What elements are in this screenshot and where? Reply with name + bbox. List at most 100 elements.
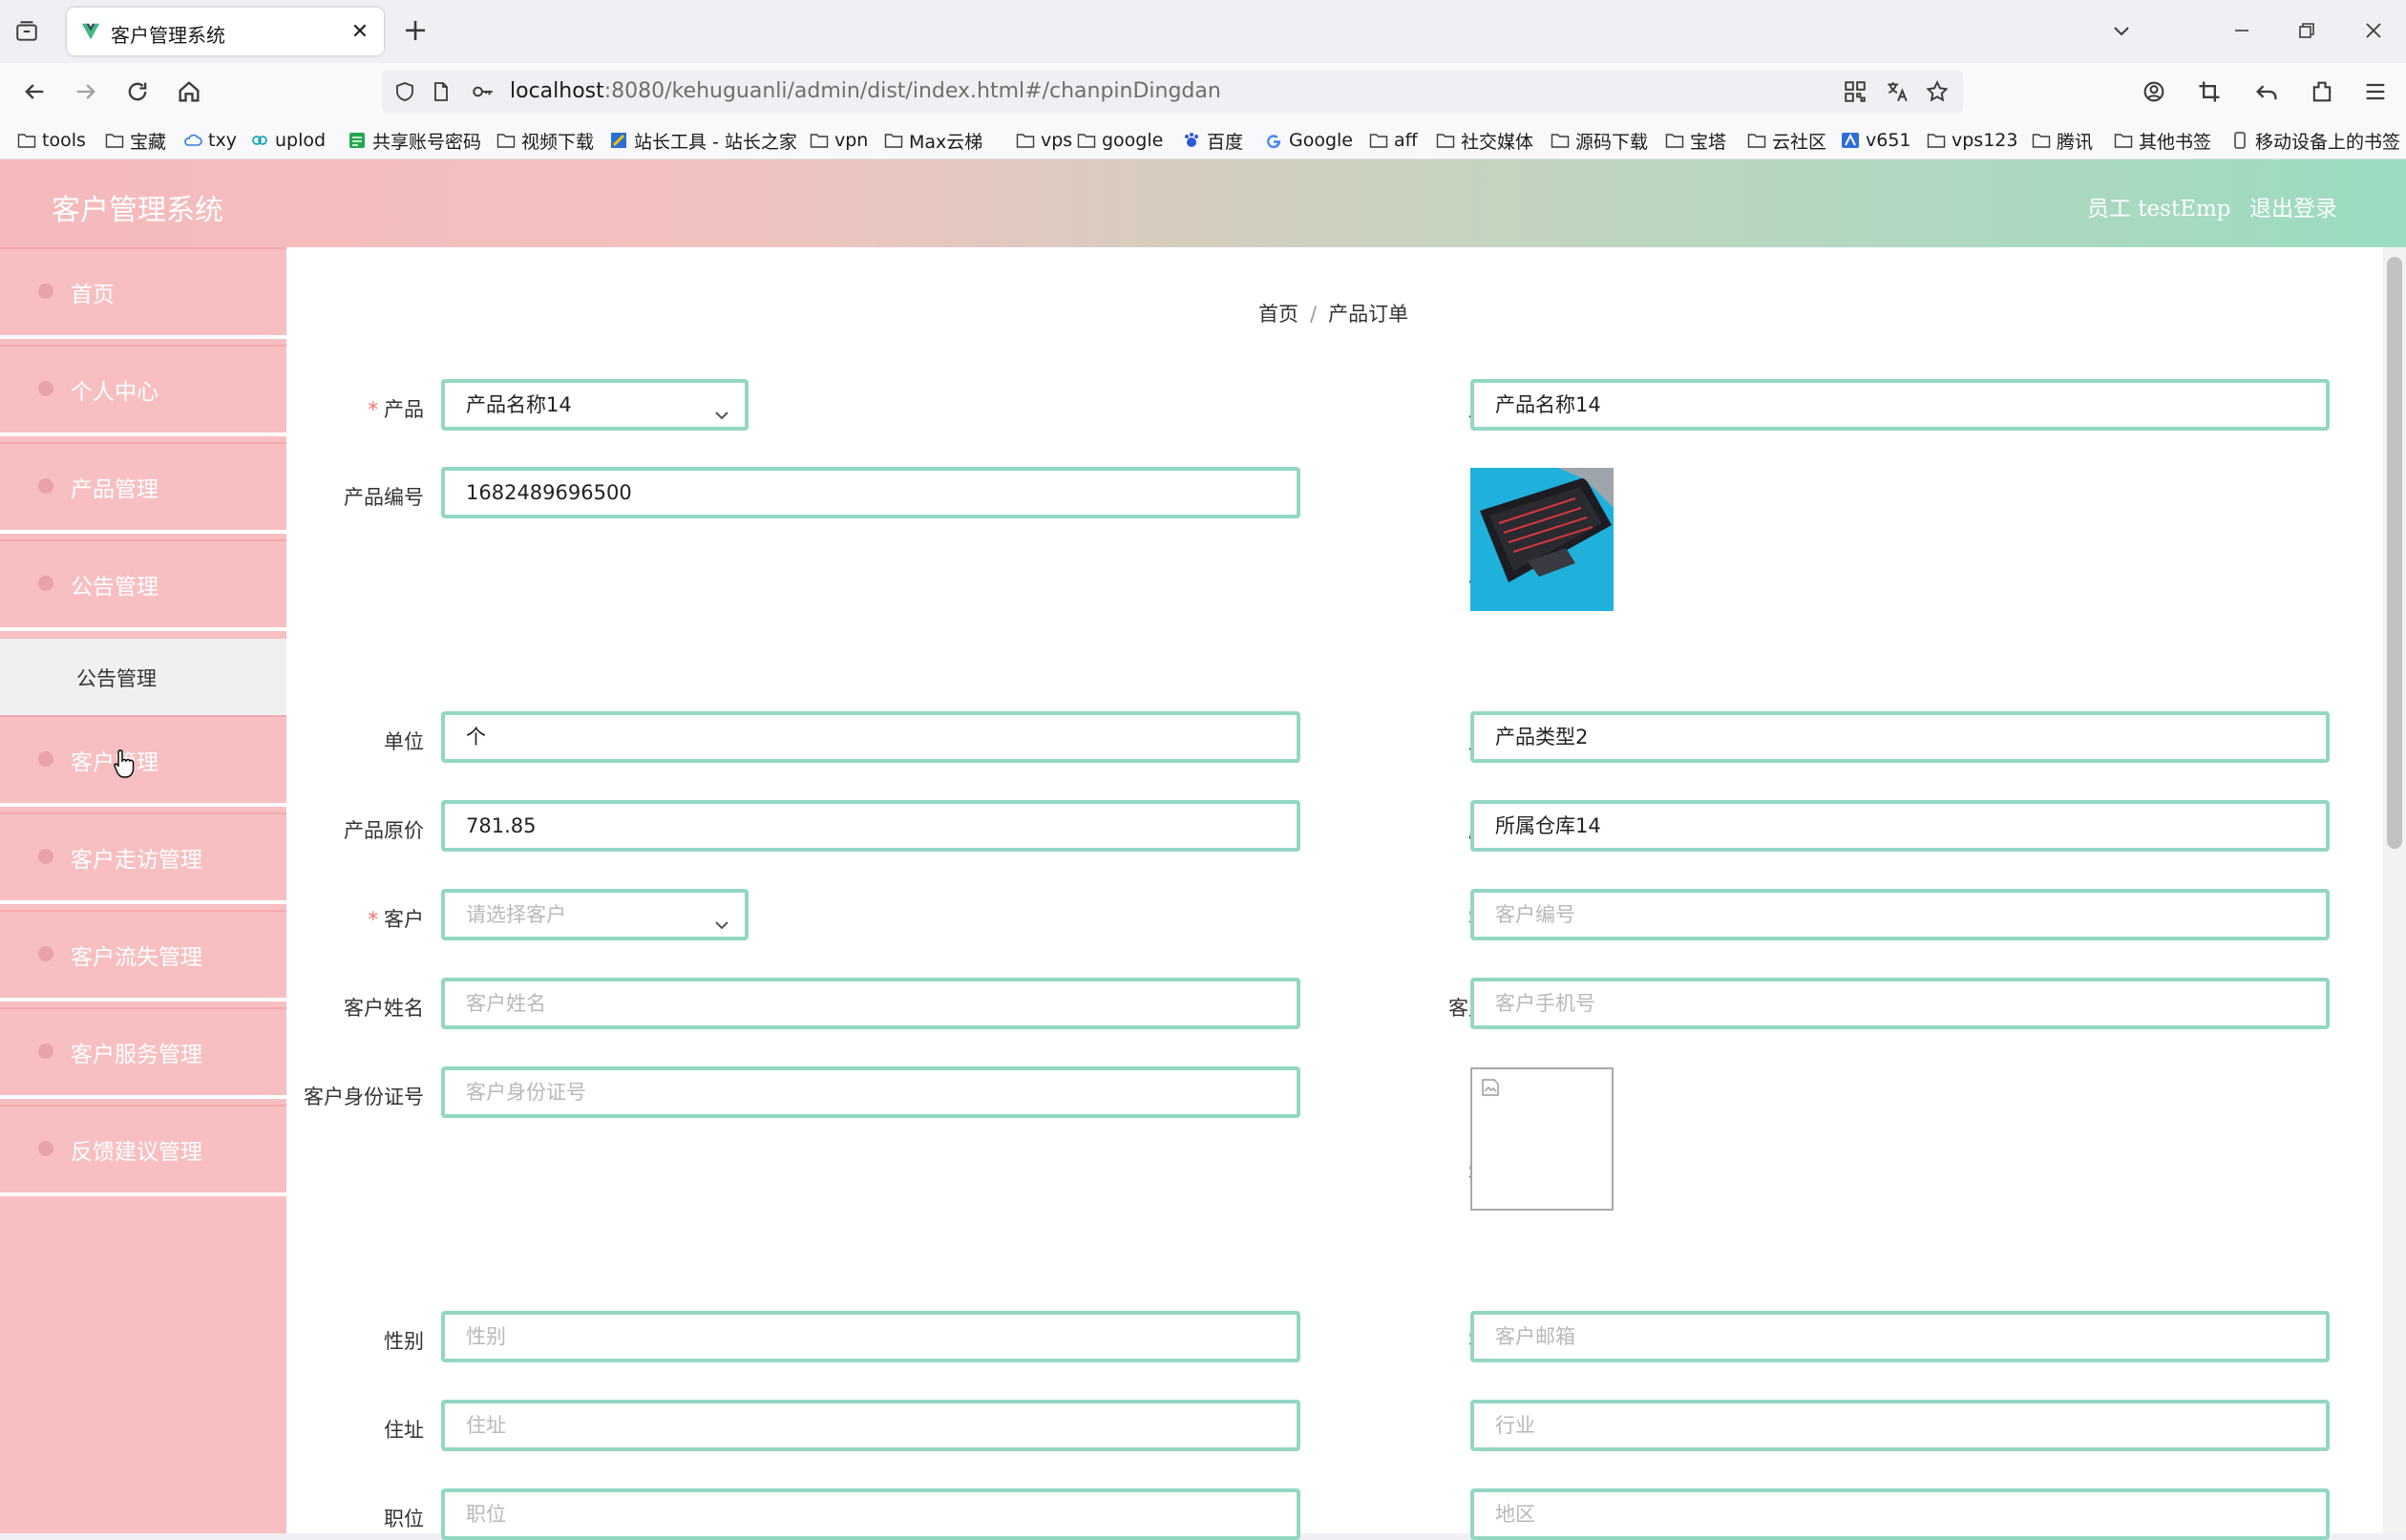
customer-select[interactable]: 请选择客户 [441,889,749,940]
bookmark-item[interactable]: google [1077,128,1163,153]
region-field[interactable]: 地区 [1470,1488,2330,1540]
app-header: 客户管理系统 员工 testEmp 退出登录 [0,159,2406,247]
bookmark-label: 视频下载 [521,131,595,153]
original-price-field[interactable]: 781.85 [441,800,1300,852]
address-field[interactable]: 住址 [441,1400,1300,1451]
product-name-field[interactable]: 产品名称14 [1470,379,2330,431]
folder-icon [1927,132,1946,149]
breadcrumb-current: 产品订单 [1328,303,1409,326]
crop-screenshot-icon[interactable] [2196,78,2223,105]
customer-name-field[interactable]: 客户姓名 [441,978,1300,1029]
bookmark-label: 百度 [1207,131,1244,153]
sidebar-item-home[interactable]: 首页 [0,247,286,339]
share-extension-icon[interactable] [2309,78,2335,105]
folder-icon [1551,132,1570,149]
new-tab-button[interactable]: + [399,11,432,48]
sidebar-item-products[interactable]: 产品管理 [0,442,286,534]
customer-id-field[interactable]: 客户身份证号 [441,1066,1300,1118]
bookmark-item[interactable]: 云社区 [1747,128,1826,153]
bookmark-item[interactable]: 视频下载 [496,128,594,153]
sidebar-item-feedback[interactable]: 反馈建议管理 [0,1105,286,1196]
page-scrollbar[interactable] [2383,247,2406,1533]
unit-field[interactable]: 个 [441,711,1300,763]
bookmark-label: 其他书签 [2139,131,2212,153]
customer-phone-field[interactable]: 客户手机号 [1470,978,2330,1029]
bookmark-star-icon[interactable] [1925,79,1950,104]
page-info-icon[interactable] [430,79,453,104]
customer-id-label: 客户身份证号 [304,1086,424,1108]
folder-icon [1747,132,1766,149]
qr-code-icon[interactable] [1843,79,1868,104]
bookmark-label: aff [1394,130,1418,151]
bookmark-item[interactable]: 源码下载 [1551,128,1648,153]
bookmark-item[interactable]: uplod [250,128,326,153]
customer-email-field[interactable]: 客户邮箱 [1470,1311,2330,1362]
sidebar-item-customer-service[interactable]: 客户服务管理 [0,1007,286,1099]
logout-link[interactable]: 退出登录 [2249,190,2337,222]
url-text[interactable]: localhost:8080/kehuguanli/admin/dist/ind… [510,79,1221,103]
broken-image-icon [1480,1077,1501,1098]
gender-field[interactable]: 性别 [441,1311,1300,1362]
sidebar-item-label: 首页 [71,283,115,307]
product-code-field[interactable]: 1682489696500 [441,467,1300,518]
tab-close-icon[interactable]: ✕ [346,17,374,46]
sidebar-subitem-notices[interactable]: 公告管理 [0,639,286,715]
bookmark-item[interactable]: 宝藏 [105,128,166,153]
bookmark-item[interactable]: txy [183,128,237,153]
minimize-window-icon[interactable] [2230,19,2253,42]
bookmark-item[interactable]: 站长工具 - 站长之家 [609,128,797,153]
shield-icon[interactable] [393,79,416,104]
bookmark-item[interactable]: 宝塔 [1665,128,1726,153]
sidebar-item-label: 客户流失管理 [71,945,202,970]
bookmark-item[interactable]: 社交媒体 [1436,128,1533,153]
sidebar-item-customer-churn[interactable]: 客户流失管理 [0,910,286,1002]
bookmark-item[interactable]: vps [1016,128,1072,153]
browser-tab-active[interactable]: 客户管理系统 ✕ [67,8,384,55]
position-field[interactable]: 职位 [441,1488,1300,1540]
bookmark-label: 共享账号密码 [372,131,482,153]
close-window-icon[interactable] [2362,19,2385,42]
breadcrumb-home[interactable]: 首页 [1258,303,1298,326]
bookmark-item[interactable]: vps123 [1927,128,2017,153]
bookmark-label: 社交媒体 [1461,131,1534,153]
bookmark-item[interactable]: Google [1264,128,1353,153]
bookmark-item[interactable]: 移动设备上的书签 [2230,128,2400,153]
warehouse-field[interactable]: 所属仓库14 [1470,800,2330,852]
industry-field[interactable]: 行业 [1470,1400,2330,1451]
sidebar-item-customers[interactable]: 客户管理 [0,715,286,807]
bookmark-item[interactable]: 其他书签 [2114,128,2211,153]
bookmark-item[interactable]: tools [17,128,86,153]
tab-overflow-chevron-icon[interactable] [2110,19,2133,42]
sidebar-item-customer-visits[interactable]: 客户走访管理 [0,812,286,904]
product-select[interactable]: 产品名称14 [441,379,749,431]
bookmark-label: 云社区 [1772,131,1827,153]
bookmark-item[interactable]: 共享账号密码 [348,128,481,153]
back-arrow-icon[interactable] [21,78,48,105]
bookmark-item[interactable]: 腾讯 [2032,128,2093,153]
url-bar[interactable]: localhost:8080/kehuguanli/admin/dist/ind… [382,70,1963,114]
bookmark-item[interactable]: aff [1369,128,1418,153]
bookmark-label: vps [1041,130,1073,151]
product-type-field[interactable]: 产品类型2 [1470,711,2330,763]
restore-window-icon[interactable] [2295,19,2318,42]
scrollbar-thumb[interactable] [2387,257,2402,849]
undo-icon[interactable] [2253,78,2280,105]
bookmark-item[interactable]: v651 [1841,128,1911,153]
sidebar-item-profile[interactable]: 个人中心 [0,345,286,436]
sidebar-item-notices[interactable]: 公告管理 [0,539,286,631]
bookmark-item[interactable]: Max云梯 [884,128,982,153]
forward-arrow-icon[interactable] [73,78,99,105]
bookmark-item[interactable]: 百度 [1182,128,1243,153]
extensions-icon[interactable] [2141,78,2167,105]
reload-icon[interactable] [124,78,151,105]
home-icon[interactable] [176,78,202,105]
hamburger-menu-icon[interactable] [2362,78,2389,105]
key-icon[interactable] [470,79,496,104]
original-price-label: 产品原价 [344,819,424,842]
tab-list-icon[interactable] [13,19,40,44]
product-code-label: 产品编号 [344,486,424,509]
google-icon [1264,132,1283,149]
translate-icon[interactable] [1885,79,1910,104]
customer-code-field[interactable]: 客户编号 [1470,889,2330,940]
bookmark-item[interactable]: vpn [810,128,868,153]
